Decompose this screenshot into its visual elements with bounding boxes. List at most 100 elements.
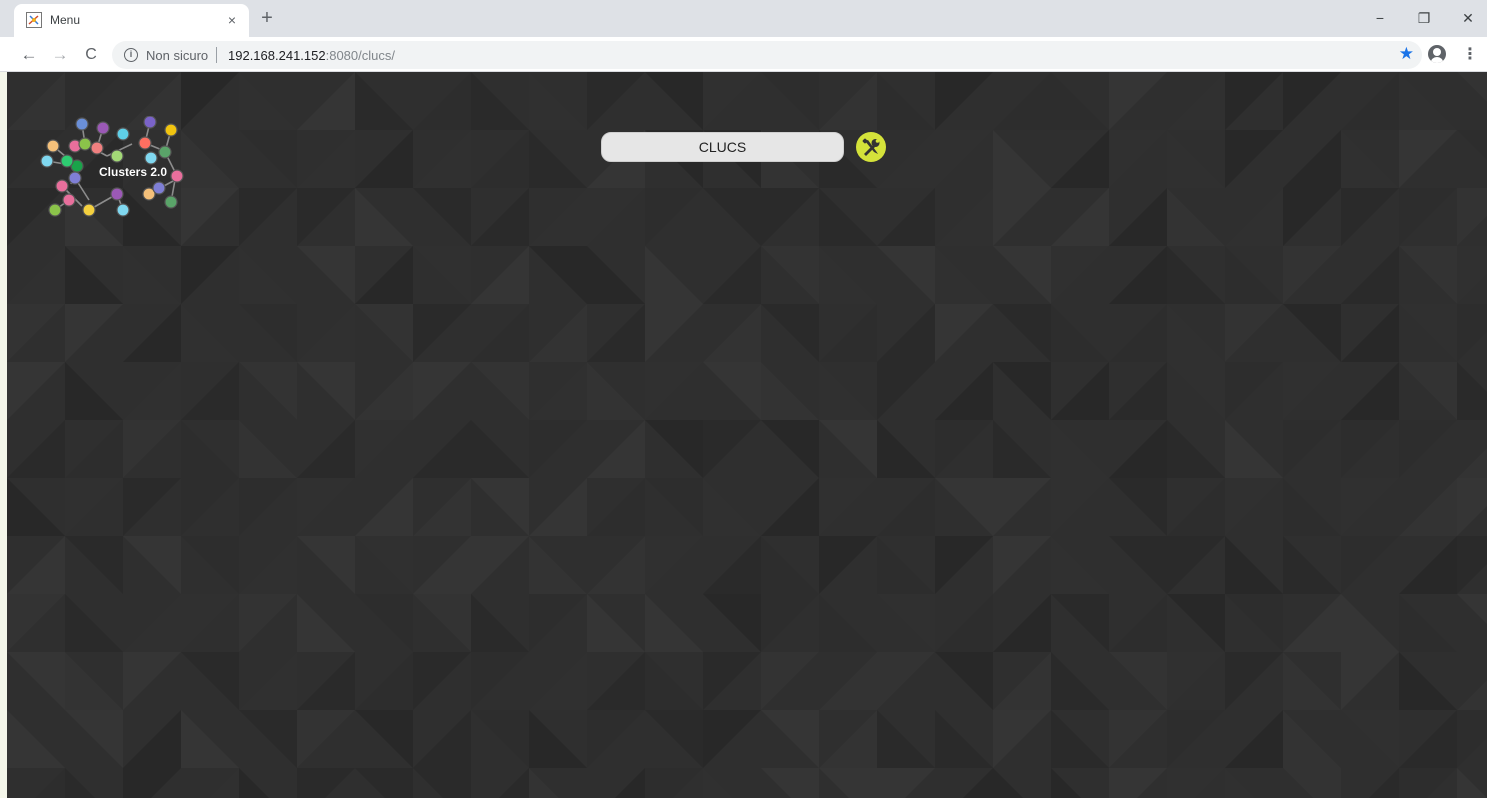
background-triangle <box>935 420 993 478</box>
background-triangle <box>529 594 587 652</box>
info-icon[interactable]: i <box>124 48 138 62</box>
background-triangle <box>1167 652 1225 710</box>
background-triangle <box>645 362 703 420</box>
background-triangle <box>1051 246 1109 304</box>
clucs-button[interactable]: CLUCS <box>601 132 844 162</box>
background-triangle <box>1341 304 1399 362</box>
background-triangle <box>239 594 297 652</box>
tools-button[interactable] <box>856 132 886 162</box>
background-triangle <box>1051 710 1109 768</box>
background-triangle <box>1457 768 1487 798</box>
background-triangle <box>1225 710 1283 768</box>
security-label[interactable]: Non sicuro <box>146 48 208 63</box>
background-triangle <box>1283 188 1341 246</box>
background-triangle <box>239 478 297 536</box>
background-triangle <box>993 710 1051 768</box>
background-triangle <box>1051 594 1109 652</box>
background-triangle <box>819 536 877 594</box>
background-triangle <box>413 652 471 710</box>
background-triangle <box>413 246 471 304</box>
address-bar[interactable]: i Non sicuro 192.168.241.152:8080/clucs/… <box>112 41 1422 69</box>
background-triangle <box>935 304 993 362</box>
background-triangle <box>1341 710 1399 768</box>
background-triangle <box>1341 594 1399 652</box>
background-triangle <box>1399 710 1457 768</box>
background-triangle <box>1457 130 1487 160</box>
background-triangle <box>1341 246 1399 304</box>
background-triangle <box>1399 594 1457 652</box>
background-triangle <box>877 72 935 130</box>
background-triangle <box>239 652 297 710</box>
background-triangle <box>819 246 877 304</box>
background-triangle <box>761 188 819 246</box>
reload-button[interactable]: C <box>79 43 103 67</box>
background-triangle <box>413 420 471 478</box>
background-triangle <box>529 710 587 768</box>
background-triangle <box>7 420 65 478</box>
background-triangle <box>877 478 935 536</box>
back-button[interactable]: ← <box>17 43 41 67</box>
background-triangle <box>7 362 65 420</box>
background-triangle <box>1457 478 1487 536</box>
new-tab-button[interactable]: + <box>257 8 277 28</box>
tab-menu[interactable]: Menu × <box>14 4 249 37</box>
background-triangle <box>819 304 877 362</box>
wrench-screwdriver-icon <box>862 138 880 156</box>
background-triangle <box>645 304 703 362</box>
background-triangle <box>935 710 993 768</box>
background-triangle <box>413 536 471 594</box>
restore-button[interactable]: ❐ <box>1401 4 1447 32</box>
background-triangle <box>819 362 877 420</box>
background-triangle <box>1225 362 1283 420</box>
minimize-button[interactable]: − <box>1357 4 1403 32</box>
tab-close-icon[interactable]: × <box>223 11 241 29</box>
background-triangle <box>1399 768 1457 798</box>
background-triangle <box>1341 652 1399 710</box>
background-triangle <box>1225 246 1283 304</box>
background-triangle <box>819 72 877 130</box>
browser-menu-icon[interactable]: ⋮ <box>1462 44 1478 64</box>
background-triangle <box>877 710 935 768</box>
url-separator <box>216 47 217 63</box>
background-triangle <box>993 304 1051 362</box>
forward-button[interactable]: → <box>48 43 72 67</box>
background-triangle <box>761 246 819 304</box>
background-triangle <box>1457 536 1487 594</box>
profile-icon[interactable] <box>1428 45 1446 63</box>
background-triangle <box>1283 362 1341 420</box>
background-triangle <box>123 768 181 798</box>
background-triangle <box>1167 478 1225 536</box>
background-triangle <box>993 652 1051 710</box>
background-triangle <box>355 420 413 478</box>
background-triangle <box>1399 246 1457 304</box>
background-triangle <box>1051 536 1109 594</box>
url-path: :8080/clucs/ <box>325 48 395 63</box>
background-triangle <box>1051 304 1109 362</box>
background-triangle <box>529 420 587 478</box>
background-triangle <box>819 710 877 768</box>
background-triangle <box>587 710 645 768</box>
background-triangle <box>703 710 761 768</box>
background-triangle <box>761 420 819 478</box>
background-triangle <box>1167 246 1225 304</box>
background-triangle <box>181 304 239 362</box>
background-triangle <box>703 188 761 246</box>
background-triangle <box>587 420 645 478</box>
background-triangle <box>935 72 993 130</box>
browser-window: Menu × + − ❐ ✕ ← → C i Non sicuro 192.16… <box>0 0 1487 798</box>
window-close-button[interactable]: ✕ <box>1445 4 1487 32</box>
background-triangle <box>819 478 877 536</box>
background-triangle <box>123 594 181 652</box>
background-triangle <box>877 188 935 246</box>
background-triangle <box>297 652 355 710</box>
background-triangle <box>703 478 761 536</box>
bookmark-star-icon[interactable]: ★ <box>1399 44 1414 64</box>
background-triangle <box>1167 710 1225 768</box>
background-triangle <box>1341 478 1399 536</box>
url-text[interactable]: 192.168.241.152:8080/clucs/ <box>228 48 395 63</box>
background-triangle <box>1399 478 1457 536</box>
background-triangle <box>819 188 877 246</box>
background-triangle <box>7 478 65 536</box>
background-triangle <box>297 246 355 304</box>
background-triangle <box>761 304 819 362</box>
